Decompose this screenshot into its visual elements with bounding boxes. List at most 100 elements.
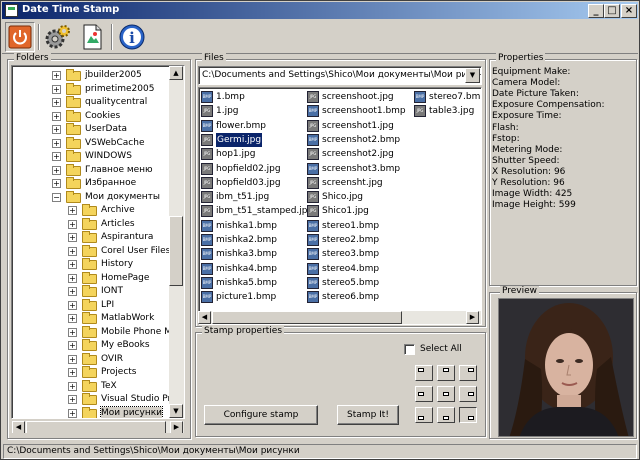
file-item[interactable]: BMP stereo7.bmp	[414, 90, 481, 104]
stamp-position-button[interactable]	[437, 407, 455, 423]
tree-item[interactable]: + MatlabWork	[12, 312, 170, 325]
configure-stamp-button[interactable]: Configure stamp	[204, 405, 318, 425]
file-item[interactable]: JPG hopfield02.jpg	[201, 162, 305, 176]
tree-item[interactable]: + qualitycentral	[12, 96, 170, 109]
tree-item[interactable]: + Cookies	[12, 109, 170, 123]
tree-item[interactable]: + jbuilder2005	[12, 69, 170, 82]
file-item[interactable]: BMP mishka5.bmp	[201, 276, 305, 290]
file-item[interactable]: JPG ibm_t51_stamped.jpg	[201, 204, 313, 218]
file-item[interactable]: JPG hop1.jpg	[201, 147, 305, 161]
expand-icon[interactable]: +	[68, 314, 77, 323]
file-item[interactable]: BMP mishka4.bmp	[201, 262, 305, 276]
tree-item[interactable]: + HomePage	[12, 271, 170, 285]
path-dropdown-button[interactable]: ▼	[465, 68, 480, 83]
file-item[interactable]: JPG screenshot1.jpg	[307, 119, 411, 133]
info-button[interactable]: i	[117, 22, 147, 52]
tree-item[interactable]: + LPI	[12, 298, 170, 312]
collapse-icon[interactable]: −	[52, 192, 61, 202]
tree-item[interactable]: + UserData	[12, 123, 170, 136]
expand-icon[interactable]: +	[52, 84, 61, 94]
file-item[interactable]: BMP 1.bmp	[201, 90, 305, 104]
power-button[interactable]	[5, 22, 35, 52]
expand-icon[interactable]: +	[68, 233, 77, 242]
scroll-up-button[interactable]: ▲	[169, 66, 183, 80]
tree-item[interactable]: − Мои документы	[12, 190, 170, 204]
expand-icon[interactable]: +	[52, 165, 61, 175]
tree-item[interactable]: + Mobile Phone Mar	[12, 325, 181, 339]
file-item[interactable]: JPG screensht.jpg	[307, 176, 411, 190]
expand-icon[interactable]: +	[68, 395, 77, 404]
tree-item[interactable]: + Aspirantura	[12, 231, 170, 244]
file-item[interactable]: JPG table3.jpg	[414, 104, 481, 118]
stamp-position-button[interactable]	[437, 365, 455, 381]
tree-item[interactable]: + Articles	[12, 217, 170, 231]
expand-icon[interactable]: +	[68, 287, 77, 296]
tree-item[interactable]: + Archive	[12, 204, 170, 217]
stamp-position-button[interactable]	[459, 386, 477, 402]
file-item[interactable]: BMP mishka3.bmp	[201, 247, 305, 261]
expand-icon[interactable]: +	[52, 179, 61, 188]
stamp-position-button[interactable]	[459, 407, 477, 423]
tree-item[interactable]: + WINDOWS	[12, 150, 170, 163]
tree-item[interactable]: + OVIR	[12, 352, 170, 366]
expand-icon[interactable]: +	[52, 111, 61, 121]
expand-icon[interactable]: +	[52, 71, 61, 80]
scroll-left-button[interactable]: ◀	[12, 421, 25, 433]
expand-icon[interactable]: +	[68, 273, 77, 283]
file-item[interactable]: BMP screenshot2.bmp	[307, 133, 411, 147]
expand-icon[interactable]: +	[68, 354, 77, 364]
file-item[interactable]: BMP stereo3.bmp	[307, 247, 411, 261]
tree-item[interactable]: + IONT	[12, 285, 170, 298]
file-item[interactable]: JPG Shico.jpg	[307, 190, 411, 204]
tree-item[interactable]: + TeX	[12, 379, 170, 393]
file-item[interactable]: JPG ibm_t51.jpg	[201, 190, 305, 204]
stamp-it-button[interactable]: Stamp It!	[337, 405, 399, 425]
expand-icon[interactable]: +	[52, 138, 61, 148]
expand-icon[interactable]: +	[68, 408, 77, 418]
tree-item[interactable]: + Главное меню	[12, 163, 170, 177]
file-item[interactable]: BMP screenshoot1.bmp	[307, 104, 411, 118]
stamp-position-button[interactable]	[415, 407, 433, 423]
hscroll-thumb[interactable]	[212, 311, 402, 324]
expand-icon[interactable]: +	[68, 246, 77, 256]
minimize-button[interactable]: _	[588, 4, 604, 18]
stamp-position-button[interactable]	[415, 386, 433, 402]
stamp-position-button[interactable]	[437, 386, 455, 402]
hscroll-thumb[interactable]	[26, 421, 166, 433]
file-item[interactable]: JPG hopfield03.jpg	[201, 176, 305, 190]
file-item[interactable]: JPG 1.jpg	[201, 104, 305, 118]
tree-item[interactable]: + VSWebCache	[12, 136, 170, 150]
folder-tree-hscrollbar[interactable]: ◀ ▶	[11, 420, 185, 434]
expand-icon[interactable]: +	[68, 327, 77, 337]
tree-item[interactable]: + Избранное	[12, 177, 170, 190]
file-item[interactable]: JPG screenshot2.jpg	[307, 147, 411, 161]
tree-item[interactable]: + primetime2005	[12, 82, 170, 96]
stamp-position-button[interactable]	[459, 365, 477, 381]
maximize-button[interactable]: □	[604, 4, 620, 18]
file-item[interactable]: BMP stereo6.bmp	[307, 290, 411, 304]
scroll-right-button[interactable]: ▶	[466, 311, 479, 324]
scroll-right-button[interactable]: ▶	[170, 421, 183, 433]
settings-button[interactable]	[43, 22, 73, 52]
tree-item[interactable]: + History	[12, 258, 170, 271]
close-button[interactable]: ×	[621, 4, 637, 18]
file-item[interactable]: JPG Germi.jpg	[201, 131, 305, 148]
scroll-down-button[interactable]: ▼	[169, 404, 183, 418]
folder-tree-scrollbar[interactable]: ▲ ▼	[169, 66, 184, 418]
file-item[interactable]: JPG screenshoot.jpg	[307, 90, 411, 104]
title-bar[interactable]: Date Time Stamp _ □ ×	[2, 2, 638, 19]
file-item[interactable]: BMP stereo5.bmp	[307, 276, 411, 290]
file-item[interactable]: BMP stereo4.bmp	[307, 262, 411, 276]
folder-tree[interactable]: + jbuilder2005 + primetime2005 + qualitycentr…	[11, 65, 185, 419]
scroll-thumb[interactable]	[169, 216, 183, 286]
tree-item[interactable]: + Мои рисунки	[12, 405, 170, 418]
file-list[interactable]: BMP 1.bmp JPG 1.jpg BMP flower.bmp JPG Germi.jp…	[198, 87, 482, 325]
expand-icon[interactable]: +	[52, 152, 61, 161]
tree-item[interactable]: + Projects	[12, 366, 170, 379]
tree-item[interactable]: + Visual Studio Proje	[12, 393, 184, 406]
expand-icon[interactable]: +	[68, 341, 77, 350]
expand-icon[interactable]: +	[68, 260, 77, 269]
expand-icon[interactable]: +	[68, 368, 77, 377]
expand-icon[interactable]: +	[68, 381, 77, 391]
document-button[interactable]	[77, 22, 107, 52]
